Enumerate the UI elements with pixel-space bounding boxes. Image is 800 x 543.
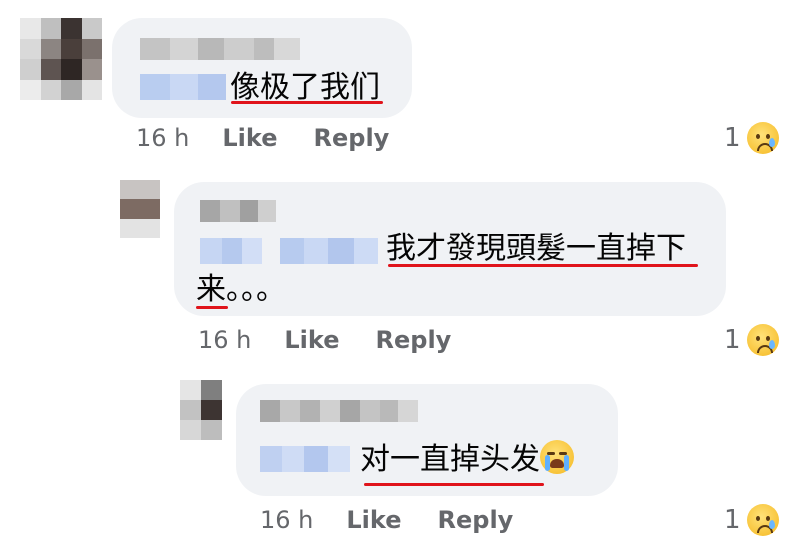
reaction-count: 1: [724, 325, 741, 355]
comment-text: 对一直掉头发: [360, 440, 574, 480]
commenter-name[interactable]: [140, 38, 300, 60]
highlight-underline: [231, 101, 383, 104]
reaction-count: 1: [724, 123, 741, 153]
comment-text-content: 对一直掉头发: [360, 442, 540, 477]
loudly-crying-face-icon: [540, 440, 574, 474]
reaction-summary[interactable]: 1: [724, 504, 779, 536]
sad-reaction-icon: [746, 324, 779, 356]
timestamp[interactable]: 16 h: [260, 506, 313, 534]
reaction-summary[interactable]: 1: [724, 122, 779, 154]
highlight-underline: [364, 483, 544, 486]
comment-actions: 16 h Like Reply: [136, 124, 425, 152]
like-button[interactable]: Like: [222, 124, 277, 152]
commenter-name[interactable]: [200, 200, 276, 222]
timestamp[interactable]: 16 h: [198, 326, 251, 354]
reply-button[interactable]: Reply: [376, 326, 452, 354]
avatar[interactable]: [20, 18, 102, 100]
sad-reaction-icon: [746, 122, 779, 154]
like-button[interactable]: Like: [284, 326, 339, 354]
reply-button[interactable]: Reply: [314, 124, 390, 152]
reply-button[interactable]: Reply: [438, 506, 514, 534]
mention-tag[interactable]: [260, 446, 350, 472]
reaction-summary[interactable]: 1: [724, 324, 779, 356]
like-button[interactable]: Like: [346, 506, 401, 534]
avatar[interactable]: [180, 380, 222, 440]
commenter-name[interactable]: [260, 400, 418, 422]
sad-reaction-icon: [746, 504, 779, 536]
comment-actions: 16 h Like Reply: [260, 506, 549, 534]
avatar[interactable]: [120, 180, 160, 238]
timestamp[interactable]: 16 h: [136, 124, 189, 152]
comment-text-line-1: 我才發現頭髮一直掉下: [386, 231, 686, 266]
mention-tag[interactable]: [280, 238, 378, 264]
mention-tag[interactable]: [200, 238, 262, 264]
highlight-underline: [196, 306, 228, 309]
mention-tag[interactable]: [140, 74, 226, 100]
comment-text-line-2: 来。。。: [196, 272, 286, 307]
comment-actions: 16 h Like Reply: [198, 326, 487, 354]
reaction-count: 1: [724, 505, 741, 535]
highlight-underline: [388, 264, 698, 267]
